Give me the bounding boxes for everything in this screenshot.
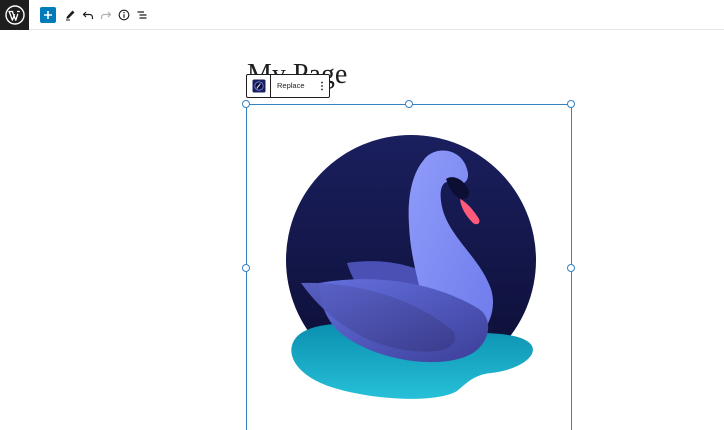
replace-button[interactable]: Replace <box>271 75 311 97</box>
list-view-icon[interactable] <box>134 7 150 23</box>
wordpress-logo-icon[interactable] <box>0 0 29 30</box>
resize-handle-right[interactable] <box>567 264 575 272</box>
block-toolbar: Replace <box>246 74 330 98</box>
resize-handle-top-left[interactable] <box>242 100 250 108</box>
redo-icon[interactable] <box>98 7 114 23</box>
resize-handle-left[interactable] <box>242 264 250 272</box>
image-block[interactable] <box>242 100 575 430</box>
swan-illustration <box>286 135 536 399</box>
image-block-icon[interactable] <box>247 75 271 97</box>
undo-icon[interactable] <box>80 7 96 23</box>
resize-handle-top-right[interactable] <box>567 100 575 108</box>
resize-handle-top[interactable] <box>405 100 413 108</box>
pen-icon[interactable] <box>62 7 78 23</box>
add-block-button[interactable] <box>40 7 56 23</box>
info-icon[interactable] <box>116 7 132 23</box>
more-vertical-icon[interactable] <box>315 75 329 97</box>
editor-top-toolbar <box>0 0 724 30</box>
